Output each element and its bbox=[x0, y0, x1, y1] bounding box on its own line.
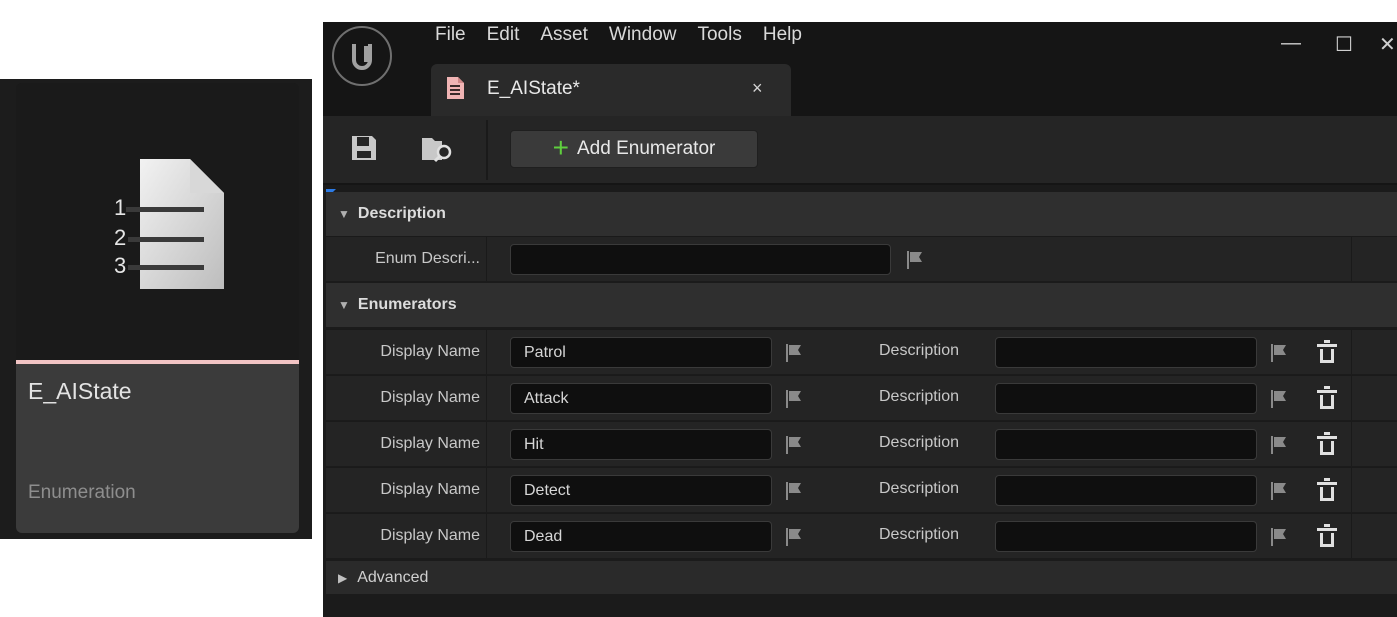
enumerator-row: Display Name Attack Description bbox=[326, 375, 1397, 420]
display-name-input[interactable]: Hit bbox=[510, 429, 772, 460]
section-title: Advanced bbox=[357, 568, 429, 586]
display-name-label: Display Name bbox=[326, 376, 487, 420]
enum-description-row: Enum Descri... bbox=[326, 236, 1397, 281]
display-name-label: Display Name bbox=[326, 330, 487, 374]
unreal-u-icon bbox=[352, 44, 372, 70]
localization-flag-icon[interactable] bbox=[1269, 435, 1289, 455]
delete-enumerator-icon[interactable] bbox=[1316, 478, 1338, 502]
section-title: Enumerators bbox=[357, 296, 457, 313]
browse-to-asset-icon[interactable] bbox=[420, 134, 458, 164]
section-description[interactable]: ▼ Description bbox=[326, 192, 1397, 236]
maximize-button[interactable]: ☐ bbox=[1335, 32, 1353, 57]
enum-description-input[interactable] bbox=[510, 244, 891, 275]
menu-window[interactable]: Window bbox=[609, 24, 698, 46]
asset-card[interactable]: 1 2 3 E_AIState Enumeration bbox=[16, 83, 299, 533]
display-name-input[interactable]: Dead bbox=[510, 521, 772, 552]
enumerator-row: Display Name Detect Description bbox=[326, 467, 1397, 512]
description-input[interactable] bbox=[995, 475, 1257, 506]
collapse-arrow-icon: ▼ bbox=[338, 298, 350, 312]
tab-e-aistate[interactable]: E_AIState* × bbox=[431, 64, 791, 116]
description-label: Description bbox=[879, 388, 960, 405]
menu-asset[interactable]: Asset bbox=[540, 24, 609, 46]
save-icon[interactable] bbox=[350, 134, 378, 162]
svg-text:1: 1 bbox=[114, 195, 126, 220]
enum-description-label: Enum Descri... bbox=[326, 237, 487, 281]
section-enumerators[interactable]: ▼ Enumerators bbox=[326, 283, 1397, 327]
display-name-input[interactable]: Detect bbox=[510, 475, 772, 506]
asset-info: E_AIState Enumeration bbox=[16, 364, 299, 533]
menu-file[interactable]: File bbox=[435, 24, 487, 46]
svg-text:3: 3 bbox=[114, 253, 126, 278]
localization-flag-icon[interactable] bbox=[784, 343, 804, 363]
toolbar: + Add Enumerator bbox=[323, 116, 1397, 183]
enum-editor-window: File Edit Asset Window Tools Help — ☐ ✕ … bbox=[323, 22, 1397, 617]
plus-icon: + bbox=[552, 132, 569, 163]
section-title: Description bbox=[357, 205, 446, 222]
asset-name: E_AIState bbox=[28, 378, 132, 404]
description-input[interactable] bbox=[995, 429, 1257, 460]
enumerator-row: Display Name Patrol Description bbox=[326, 329, 1397, 374]
description-input[interactable] bbox=[995, 521, 1257, 552]
toolbar-separator bbox=[486, 120, 488, 180]
description-input[interactable] bbox=[995, 383, 1257, 414]
enum-asset-icon bbox=[447, 77, 464, 99]
section-advanced[interactable]: ▶ Advanced bbox=[326, 561, 1397, 594]
localization-flag-icon[interactable] bbox=[1269, 527, 1289, 547]
display-name-label: Display Name bbox=[326, 468, 487, 512]
collapse-arrow-icon: ▼ bbox=[338, 207, 350, 221]
row-end-separator bbox=[1351, 330, 1352, 374]
localization-flag-icon[interactable] bbox=[1269, 481, 1289, 501]
row-end-separator bbox=[1351, 376, 1352, 420]
close-window-button[interactable]: ✕ bbox=[1379, 32, 1396, 57]
tab-label: E_AIState* bbox=[487, 78, 580, 99]
description-label: Description bbox=[879, 342, 960, 359]
tab-close-button[interactable]: × bbox=[752, 78, 763, 99]
asset-type: Enumeration bbox=[28, 482, 136, 503]
description-label: Description bbox=[879, 480, 960, 497]
svg-text:2: 2 bbox=[114, 225, 126, 250]
add-enumerator-button[interactable]: + Add Enumerator bbox=[510, 130, 758, 168]
delete-enumerator-icon[interactable] bbox=[1316, 432, 1338, 456]
enumerator-row: Display Name Dead Description bbox=[326, 513, 1397, 558]
localization-flag-icon[interactable] bbox=[784, 481, 804, 501]
description-label: Description bbox=[879, 526, 960, 543]
add-enumerator-label: Add Enumerator bbox=[577, 138, 716, 159]
menu-help[interactable]: Help bbox=[763, 24, 823, 46]
menu-bar: File Edit Asset Window Tools Help bbox=[435, 24, 823, 46]
unreal-logo-icon[interactable] bbox=[332, 26, 392, 86]
description-label: Description bbox=[879, 434, 960, 451]
delete-enumerator-icon[interactable] bbox=[1316, 340, 1338, 364]
description-input[interactable] bbox=[995, 337, 1257, 368]
display-name-label: Display Name bbox=[326, 514, 487, 558]
localization-flag-icon[interactable] bbox=[784, 527, 804, 547]
row-end-separator bbox=[1351, 514, 1352, 558]
display-name-input[interactable]: Attack bbox=[510, 383, 772, 414]
enumerator-row: Display Name Hit Description bbox=[326, 421, 1397, 466]
menu-edit[interactable]: Edit bbox=[487, 24, 541, 46]
menu-tools[interactable]: Tools bbox=[697, 24, 762, 46]
display-name-label: Display Name bbox=[326, 422, 487, 466]
expand-arrow-icon: ▶ bbox=[338, 570, 348, 585]
asset-thumbnail: 1 2 3 bbox=[16, 83, 299, 360]
localization-flag-icon[interactable] bbox=[1269, 389, 1289, 409]
localization-flag-icon[interactable] bbox=[905, 250, 925, 270]
delete-enumerator-icon[interactable] bbox=[1316, 386, 1338, 410]
localization-flag-icon[interactable] bbox=[784, 435, 804, 455]
numbered-list-document-icon: 1 2 3 bbox=[114, 159, 224, 289]
localization-flag-icon[interactable] bbox=[784, 389, 804, 409]
display-name-input[interactable]: Patrol bbox=[510, 337, 772, 368]
row-end-separator bbox=[1351, 237, 1352, 281]
row-end-separator bbox=[1351, 422, 1352, 466]
row-end-separator bbox=[1351, 468, 1352, 512]
minimize-button[interactable]: — bbox=[1281, 32, 1301, 55]
delete-enumerator-icon[interactable] bbox=[1316, 524, 1338, 548]
localization-flag-icon[interactable] bbox=[1269, 343, 1289, 363]
